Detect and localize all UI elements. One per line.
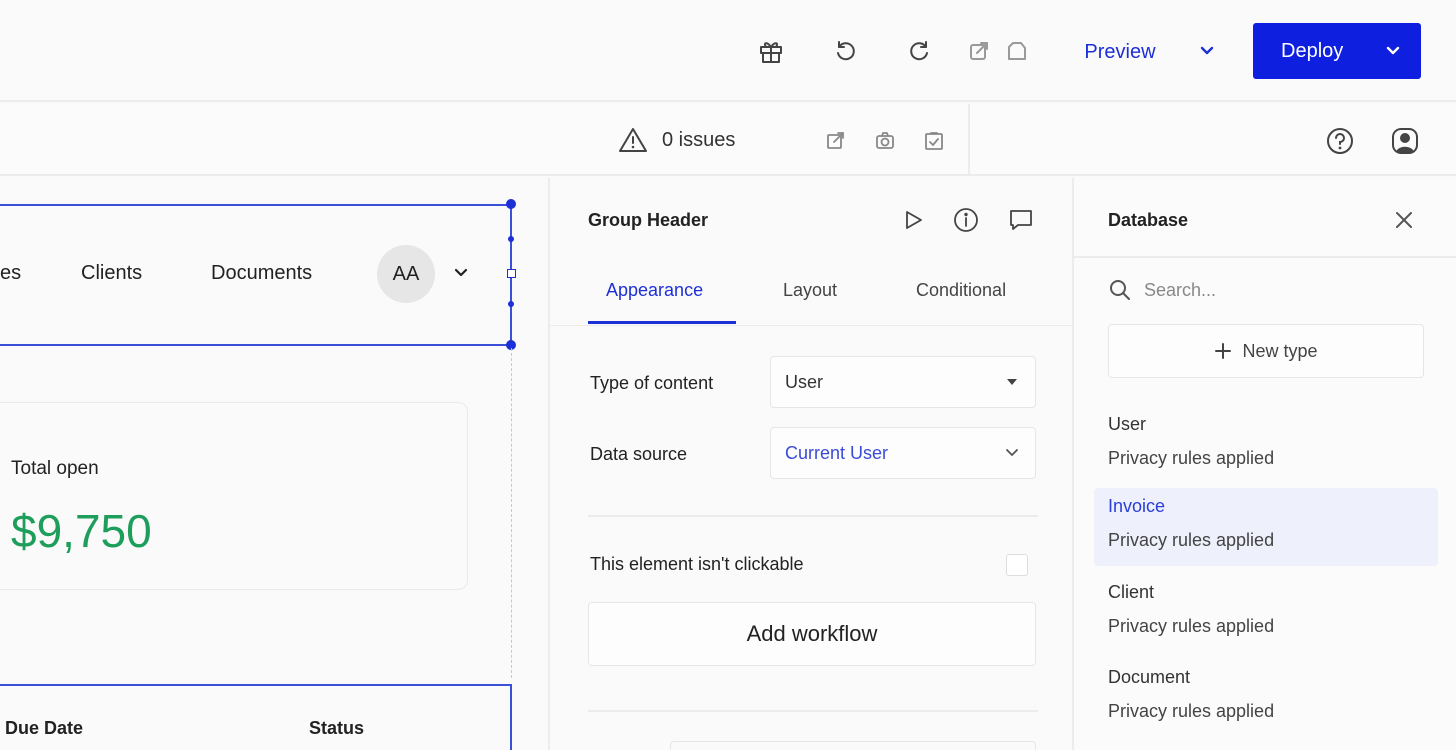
card-value: $9,750 xyxy=(11,505,152,557)
panel-title: Group Header xyxy=(588,210,709,230)
new-type-button[interactable]: New type xyxy=(1108,324,1424,378)
help-icon[interactable] xyxy=(1325,126,1355,156)
tab-conditional[interactable]: Conditional xyxy=(916,280,1006,301)
type-privacy-status: Privacy rules applied xyxy=(1108,701,1275,721)
resize-handle-middle[interactable] xyxy=(507,269,516,278)
table-header-due-date: Due Date xyxy=(5,718,84,738)
database-header-divider xyxy=(1074,256,1456,258)
total-open-card[interactable] xyxy=(0,402,468,590)
add-workflow-button[interactable]: Add workflow xyxy=(588,602,1036,666)
deploy-label: Deploy xyxy=(1281,39,1344,62)
database-type-document[interactable]: Document Privacy rules applied xyxy=(1094,659,1438,737)
database-type-invoice[interactable]: Invoice Privacy rules applied xyxy=(1094,488,1438,566)
type-name: Document xyxy=(1108,667,1191,687)
search-icon xyxy=(1108,278,1132,302)
tab-appearance[interactable]: Appearance xyxy=(606,280,703,301)
table-selection[interactable] xyxy=(0,684,512,750)
data-source-value: Current User xyxy=(785,443,889,463)
screenshot-icon[interactable] xyxy=(872,128,898,154)
play-icon[interactable] xyxy=(899,206,927,234)
type-name: User xyxy=(1108,414,1147,434)
guide-line xyxy=(511,348,512,678)
data-source-select[interactable]: Current User xyxy=(770,427,1036,479)
active-tab-indicator xyxy=(588,321,736,324)
warning-icon xyxy=(619,128,647,152)
nav-item-documents[interactable]: Documents xyxy=(211,262,312,285)
property-editor-panel: Group Header Appearance Layout Condition… xyxy=(548,178,1072,750)
redo-icon[interactable] xyxy=(904,34,934,68)
type-name: Invoice xyxy=(1108,496,1166,516)
not-clickable-checkbox[interactable] xyxy=(1006,554,1028,576)
avatar[interactable]: AA xyxy=(377,245,435,303)
database-type-client[interactable]: Client Privacy rules applied xyxy=(1094,574,1438,652)
subbar-divider xyxy=(968,104,970,176)
resize-handle-lower[interactable] xyxy=(508,301,514,307)
deploy-button[interactable]: Deploy xyxy=(1253,23,1421,79)
database-panel: Database New type User Privacy rules app… xyxy=(1072,178,1456,750)
editor-window: Preview Deploy 0 issues es Clients Docum… xyxy=(0,0,1456,750)
property-tabs: Appearance Layout Conditional xyxy=(550,266,1072,326)
close-icon[interactable] xyxy=(1390,206,1418,234)
type-privacy-status: Privacy rules applied xyxy=(1108,616,1275,636)
gift-icon[interactable] xyxy=(756,34,786,68)
account-icon[interactable] xyxy=(1390,126,1420,156)
open-external-icon[interactable] xyxy=(823,128,849,154)
database-type-user[interactable]: User Privacy rules applied xyxy=(1094,406,1438,484)
partial-field[interactable] xyxy=(670,741,1036,750)
preview-button[interactable]: Preview xyxy=(1072,30,1168,74)
database-title: Database xyxy=(1108,210,1189,230)
design-canvas[interactable]: es Clients Documents AA Total open $9,75… xyxy=(0,178,548,750)
tab-layout[interactable]: Layout xyxy=(783,280,837,301)
deploy-chevron-down-icon[interactable] xyxy=(1381,39,1405,63)
nav-item-partial[interactable]: es xyxy=(0,262,21,285)
type-privacy-status: Privacy rules applied xyxy=(1108,448,1275,468)
not-clickable-label: This element isn't clickable xyxy=(590,554,804,574)
status-bar: 0 issues xyxy=(0,104,1456,176)
section-divider-lower xyxy=(588,710,1038,712)
data-source-label: Data source xyxy=(590,444,688,464)
comment-icon[interactable] xyxy=(1007,206,1035,234)
export-icon[interactable] xyxy=(964,34,994,68)
resize-handle-upper[interactable] xyxy=(508,236,514,242)
type-of-content-label: Type of content xyxy=(590,373,714,393)
database-search-input[interactable] xyxy=(1144,276,1414,304)
issues-indicator[interactable]: 0 issues xyxy=(618,124,735,156)
type-name: Client xyxy=(1108,582,1155,602)
card-label: Total open xyxy=(11,458,99,479)
chevron-down-icon xyxy=(1003,444,1021,462)
section-divider xyxy=(588,515,1038,517)
tag-icon[interactable] xyxy=(1002,34,1032,68)
caret-down-icon xyxy=(1003,373,1021,391)
resize-handle-top[interactable] xyxy=(506,199,516,209)
avatar-chevron-down-icon[interactable] xyxy=(450,262,472,284)
new-type-label: New type xyxy=(1242,340,1318,361)
nav-item-clients[interactable]: Clients xyxy=(81,262,142,285)
table-header-status: Status xyxy=(309,718,365,738)
type-of-content-select[interactable]: User xyxy=(770,356,1036,408)
type-privacy-status: Privacy rules applied xyxy=(1108,530,1275,550)
preview-chevron-down-icon[interactable] xyxy=(1194,38,1220,64)
plus-icon xyxy=(1215,343,1232,359)
info-icon[interactable] xyxy=(952,206,980,234)
check-clipboard-icon[interactable] xyxy=(921,128,947,154)
undo-icon[interactable] xyxy=(831,34,861,68)
type-of-content-value: User xyxy=(785,372,824,392)
top-toolbar: Preview Deploy xyxy=(0,0,1456,102)
issues-count: 0 issues xyxy=(662,128,736,151)
